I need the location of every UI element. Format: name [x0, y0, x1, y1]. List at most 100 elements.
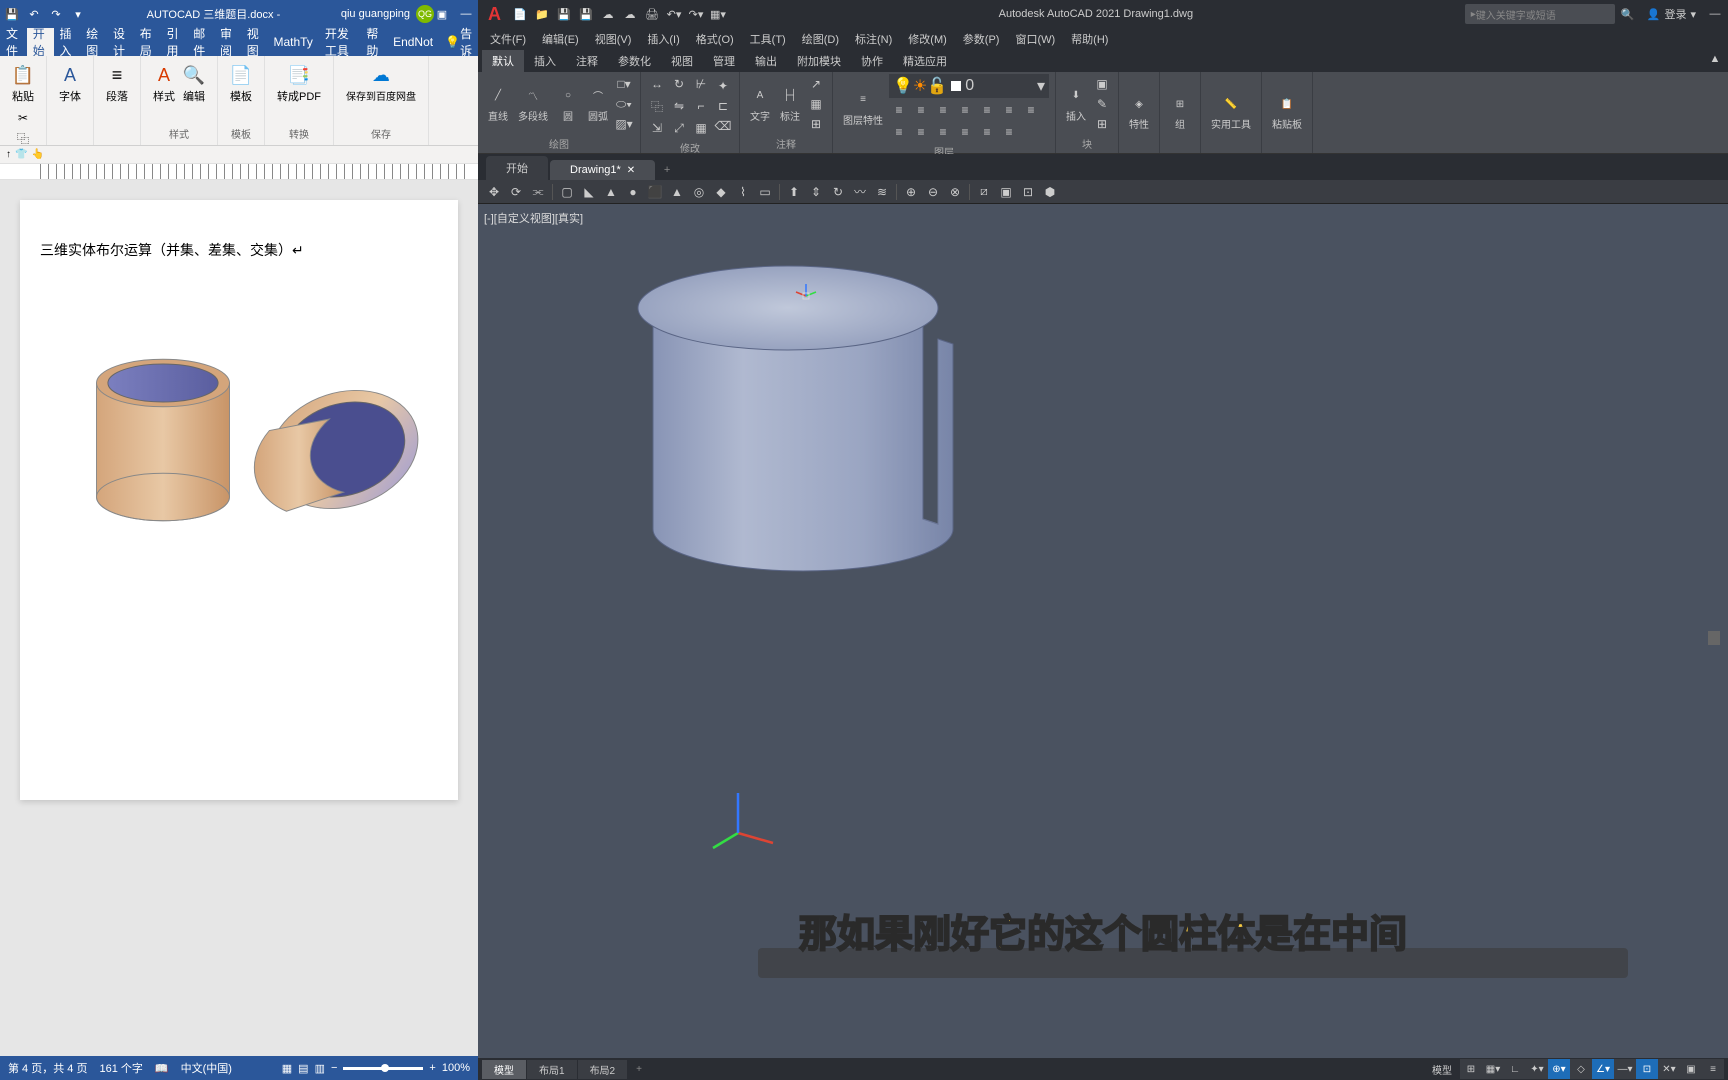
view-read-icon[interactable]: ▦ [282, 1062, 292, 1075]
layer-tool4-icon[interactable]: ≡ [956, 101, 974, 119]
stretch-icon[interactable]: ⇲ [648, 119, 666, 137]
clipboard-button[interactable]: 📋粘贴板 [1268, 92, 1306, 133]
zoom-level[interactable]: 100% [442, 1062, 470, 1074]
autocad-logo-icon[interactable]: A [482, 4, 507, 25]
layer-tool9-icon[interactable]: ≡ [912, 123, 930, 141]
rtab-addins[interactable]: 附加模块 [787, 50, 851, 72]
block-edit-icon[interactable]: ✎ [1093, 95, 1111, 113]
topdf-button[interactable]: 📑 转成PDF [273, 60, 325, 108]
layer-tool5-icon[interactable]: ≡ [978, 101, 996, 119]
copy-icon[interactable]: ⿻ [648, 97, 666, 115]
tab-home[interactable]: 开始 [27, 28, 54, 56]
nav-hand-icon[interactable]: 👆 [31, 149, 43, 160]
rtab-parametric[interactable]: 参数化 [608, 50, 661, 72]
revolve-icon[interactable]: ↻ [829, 183, 847, 201]
baidu-button[interactable]: ☁ 保存到百度网盘 [342, 60, 420, 107]
nav-tool-icon[interactable]: 👕 [15, 149, 27, 160]
edit-button[interactable]: 🔍 编辑 [179, 60, 209, 108]
ortho-icon[interactable]: ∟ [1504, 1059, 1526, 1079]
paragraph-button[interactable]: ≡ 段落 [102, 60, 132, 108]
tab-layout[interactable]: 布局 [134, 28, 161, 56]
layer-tool6-icon[interactable]: ≡ [1000, 101, 1018, 119]
layout-1[interactable]: 布局1 [527, 1060, 577, 1079]
layer-tool8-icon[interactable]: ≡ [890, 123, 908, 141]
tab-mail[interactable]: 邮件 [187, 28, 214, 56]
rtab-view[interactable]: 视图 [661, 50, 703, 72]
ellipse-icon[interactable]: ⬭▾ [615, 95, 633, 113]
trim-icon[interactable]: ⊬ [692, 75, 710, 93]
grid-icon[interactable]: ⊞ [1460, 1059, 1482, 1079]
scale-icon[interactable]: ⤢ [670, 119, 688, 137]
acad-search-input[interactable]: ▸ 键入关键字或短语 [1465, 4, 1615, 24]
3dosnap-icon[interactable]: ∠▾ [1592, 1059, 1614, 1079]
tab-view[interactable]: 视图 [241, 28, 268, 56]
line-button[interactable]: ╱直线 [484, 84, 512, 125]
zoom-slider[interactable] [343, 1067, 423, 1070]
linewt-icon[interactable]: —▾ [1614, 1059, 1636, 1079]
minimize-icon[interactable]: — [458, 6, 474, 22]
menu-file[interactable]: 文件(F) [482, 28, 534, 50]
copy-icon[interactable]: ⿻ [15, 130, 31, 146]
menu-window[interactable]: 窗口(W) [1007, 28, 1063, 50]
layer-tool3-icon[interactable]: ≡ [934, 101, 952, 119]
layer-dropdown[interactable]: 💡 ☀ 🔓 0 ▾ [889, 74, 1049, 98]
clean-icon[interactable]: ✕▾ [1658, 1059, 1680, 1079]
rtab-output[interactable]: 输出 [745, 50, 787, 72]
rtab-collab[interactable]: 协作 [851, 50, 893, 72]
group-button[interactable]: ⊞组 [1166, 92, 1194, 133]
cloud-save-icon[interactable]: ☁ [621, 5, 639, 23]
rtab-insert[interactable]: 插入 [524, 50, 566, 72]
ucs-icon[interactable] [708, 788, 788, 858]
tab-refs[interactable]: 引用 [161, 28, 188, 56]
add-tab-icon[interactable]: + [657, 160, 677, 180]
ftab-drawing1[interactable]: Drawing1* ✕ [550, 160, 655, 180]
subtract-icon[interactable]: ⊖ [924, 183, 942, 201]
table-icon[interactable]: ▦ [807, 95, 825, 113]
styles-button[interactable]: A 样式 [149, 60, 179, 108]
layout-model[interactable]: 模型 [482, 1060, 526, 1079]
word-ruler[interactable] [0, 164, 478, 180]
tab-devtools[interactable]: 开发工具 [319, 28, 360, 56]
fillet-icon[interactable]: ⌐ [692, 97, 710, 115]
language[interactable]: 中文(中国) [181, 1060, 232, 1076]
status-model-label[interactable]: 模型 [1432, 1062, 1452, 1077]
menu-format[interactable]: 格式(O) [688, 28, 742, 50]
cloud-open-icon[interactable]: ☁ [599, 5, 617, 23]
pan-icon[interactable]: ✥ [485, 183, 503, 201]
open-icon[interactable]: 📁 [533, 5, 551, 23]
layer-tool2-icon[interactable]: ≡ [912, 101, 930, 119]
menu-dimension[interactable]: 标注(N) [847, 28, 900, 50]
dynamic-input-icon[interactable]: ⊕▾ [1548, 1059, 1570, 1079]
word-count[interactable]: 161 个字 [99, 1060, 142, 1076]
planesurface-icon[interactable]: ▭ [756, 183, 774, 201]
text-button[interactable]: A文字 [746, 84, 774, 125]
slice-icon[interactable]: ⧄ [975, 183, 993, 201]
nav-up-icon[interactable]: ↑ [6, 149, 11, 160]
snap-icon[interactable]: ▦▾ [1482, 1059, 1504, 1079]
menu-help[interactable]: 帮助(H) [1063, 28, 1116, 50]
loft-icon[interactable]: ≋ [873, 183, 891, 201]
extrude-icon[interactable]: ⬆ [785, 183, 803, 201]
layer-tool7-icon[interactable]: ≡ [1022, 101, 1040, 119]
erase-icon[interactable]: ⌫ [714, 117, 732, 135]
insert-block-button[interactable]: ⬇插入 [1062, 84, 1090, 125]
annotation-icon[interactable]: ⊞ [807, 115, 825, 133]
acad-login-button[interactable]: 👤 登录 ▾ [1641, 6, 1702, 22]
layer-tool13-icon[interactable]: ≡ [1000, 123, 1018, 141]
osnap-icon[interactable]: ◇ [1570, 1059, 1592, 1079]
block-attr-icon[interactable]: ⊞ [1093, 115, 1111, 133]
menu-param[interactable]: 参数(P) [955, 28, 1008, 50]
undo-icon[interactable]: ↶ [26, 6, 42, 22]
spellcheck-icon[interactable]: 📖 [155, 1062, 169, 1075]
dimension-button[interactable]: ├┤标注 [776, 84, 804, 125]
sphere-icon[interactable]: ● [624, 183, 642, 201]
new-icon[interactable]: 📄 [511, 5, 529, 23]
tab-insert[interactable]: 插入 [54, 28, 81, 56]
close-tab-icon[interactable]: ✕ [627, 165, 635, 176]
cmdline-scrollbar[interactable] [1708, 631, 1720, 645]
layer-tool11-icon[interactable]: ≡ [956, 123, 974, 141]
mirror-icon[interactable]: ⇋ [670, 97, 688, 115]
acad-viewport[interactable]: [-][自定义视图][真实] [478, 204, 1728, 1058]
menu-modify[interactable]: 修改(M) [900, 28, 955, 50]
move-icon[interactable]: ↔ [648, 75, 666, 93]
